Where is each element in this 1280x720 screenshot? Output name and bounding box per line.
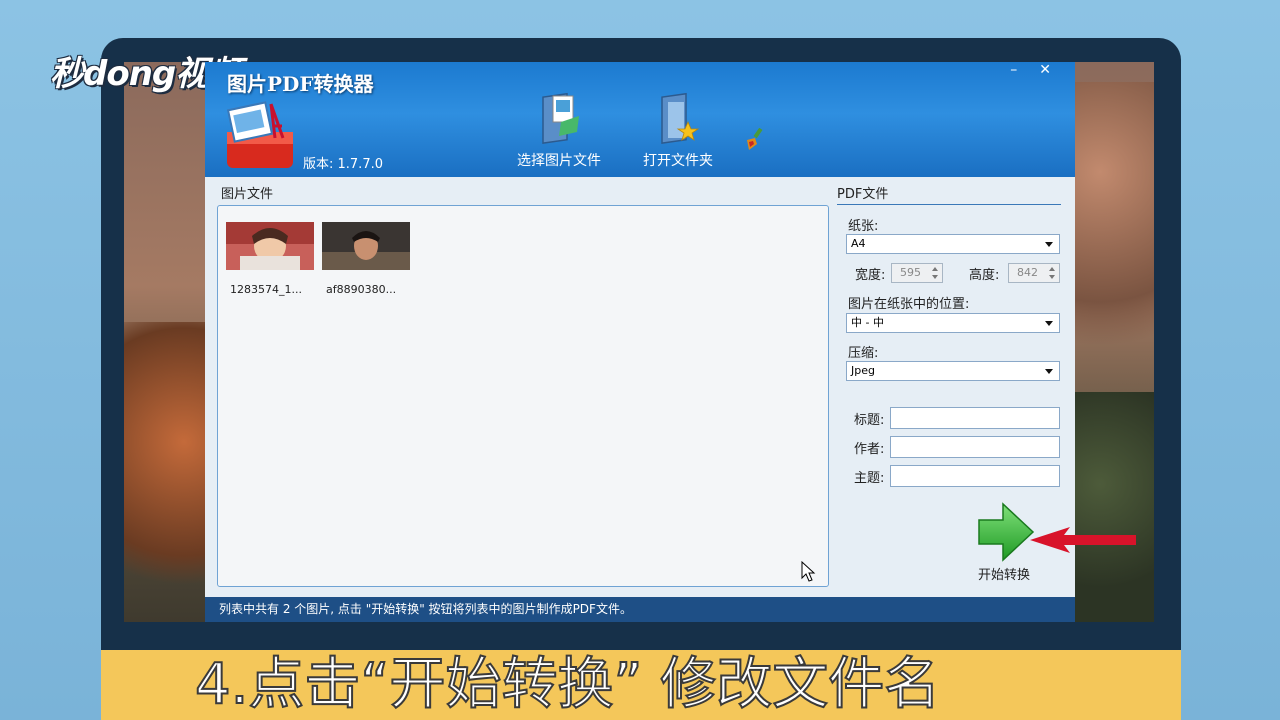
- paper-select-value: A4: [851, 237, 866, 250]
- stepper-down-icon[interactable]: [932, 275, 938, 279]
- start-convert-arrow-icon[interactable]: [975, 502, 1037, 564]
- select-images-icon: [542, 92, 579, 145]
- thumbnail-caption: 1283574_1...: [230, 283, 302, 296]
- image-files-label: 图片文件: [221, 187, 274, 202]
- thumbnail-image: [226, 222, 314, 270]
- width-label: 宽度:: [855, 268, 886, 283]
- title-input[interactable]: [890, 407, 1060, 429]
- pdf-divider: [837, 204, 1061, 205]
- chevron-down-icon: [1045, 369, 1053, 374]
- clear-brush-icon[interactable]: [745, 128, 765, 150]
- position-select-value: 中 - 中: [851, 316, 884, 329]
- width-stepper-value: 595: [900, 266, 921, 279]
- version-label: 版本: 1.7.7.0: [303, 157, 383, 172]
- close-button[interactable]: ✕: [1039, 62, 1051, 78]
- compress-select[interactable]: Jpeg: [846, 361, 1060, 381]
- paper-select[interactable]: A4: [846, 234, 1060, 254]
- app-header: 图片PDF转换器 – ✕ 版本: 1.7.7.0 选择图片文件 打开文件夹: [205, 62, 1075, 177]
- chevron-down-icon: [1045, 321, 1053, 326]
- status-bar: 列表中共有 2 个图片, 点击 "开始转换" 按钮将列表中的图片制作成PDF文件…: [205, 597, 1075, 622]
- compress-label: 压缩:: [848, 346, 879, 361]
- height-stepper-value: 842: [1017, 266, 1038, 279]
- select-images-button[interactable]: 选择图片文件: [517, 92, 601, 170]
- author-label: 作者:: [854, 442, 885, 457]
- subject-input[interactable]: [890, 465, 1060, 487]
- pdf-files-label: PDF文件: [837, 187, 889, 202]
- open-folder-button[interactable]: 打开文件夹: [643, 92, 713, 170]
- open-folder-label: 打开文件夹: [643, 153, 713, 169]
- thumbnail-caption: af8890380...: [326, 283, 397, 296]
- title-label: 标题:: [854, 413, 885, 428]
- start-convert-label[interactable]: 开始转换: [978, 564, 1030, 583]
- height-stepper[interactable]: 842: [1008, 263, 1060, 283]
- image-list[interactable]: 1283574_1... af8890380...: [217, 205, 829, 587]
- position-label: 图片在纸张中的位置:: [848, 297, 970, 312]
- app-logo-icon: [226, 101, 293, 168]
- folder-star-icon: [661, 92, 700, 145]
- list-item[interactable]: af8890380...: [322, 222, 414, 296]
- window-title: 图片PDF转换器: [227, 72, 374, 96]
- select-images-label: 选择图片文件: [517, 153, 601, 169]
- red-pointer-arrow-icon: [1030, 527, 1136, 553]
- window-controls: – ✕: [1010, 62, 1051, 78]
- position-select[interactable]: 中 - 中: [846, 313, 1060, 333]
- stepper-up-icon[interactable]: [1049, 267, 1055, 271]
- chevron-down-icon: [1045, 242, 1053, 247]
- author-input[interactable]: [890, 436, 1060, 458]
- list-item[interactable]: 1283574_1...: [226, 222, 318, 296]
- compress-select-value: Jpeg: [851, 364, 875, 377]
- app-window: 图片PDF转换器 – ✕ 版本: 1.7.7.0 选择图片文件 打开文件夹 图片…: [205, 62, 1075, 622]
- stepper-up-icon[interactable]: [932, 267, 938, 271]
- height-label: 高度:: [969, 268, 1000, 283]
- stepper-down-icon[interactable]: [1049, 275, 1055, 279]
- mouse-cursor-icon: [801, 561, 816, 582]
- width-stepper[interactable]: 595: [891, 263, 943, 283]
- caption-text: 4.点击“开始转换” 修改文件名: [194, 651, 941, 718]
- subject-label: 主题:: [854, 471, 885, 486]
- minimize-button[interactable]: –: [1010, 62, 1017, 78]
- thumbnail-image: [322, 222, 410, 270]
- paper-label: 纸张:: [848, 219, 879, 234]
